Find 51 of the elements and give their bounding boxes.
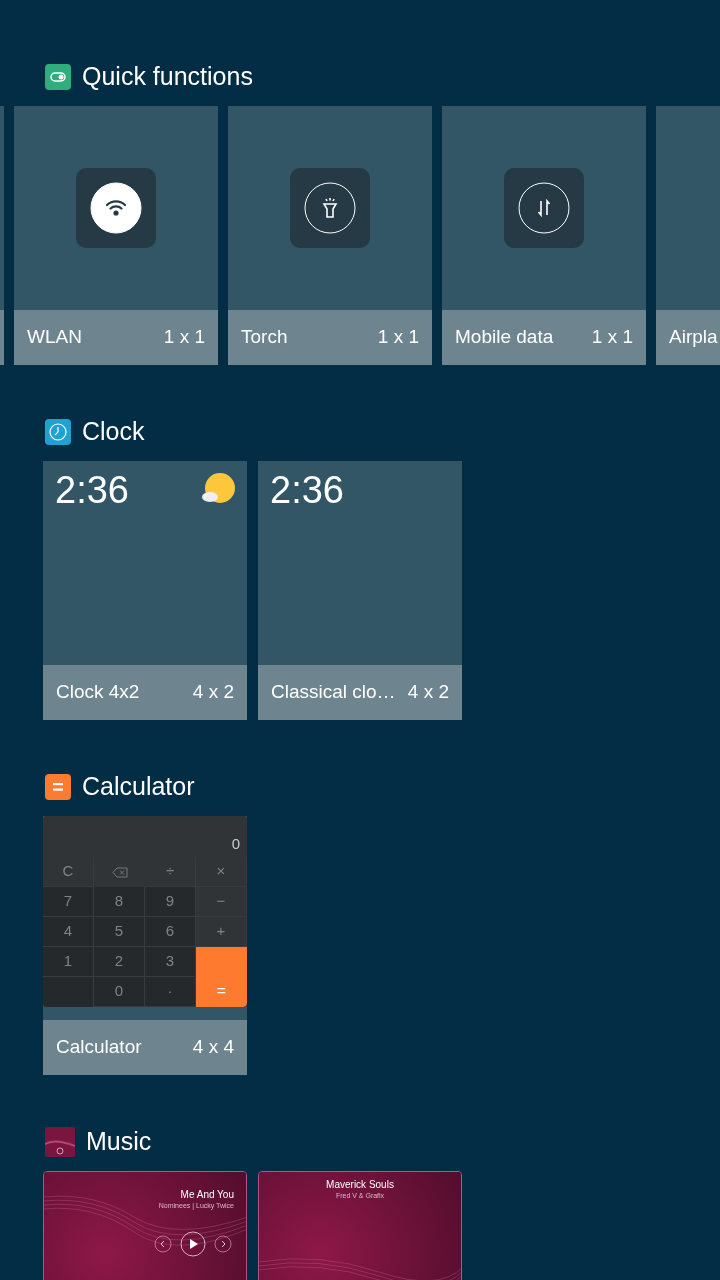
music-widget-icon <box>45 1127 75 1157</box>
widget-size: 4 x 2 <box>192 680 234 705</box>
calculator-key: 6 <box>145 917 196 947</box>
calculator-key: × <box>196 857 247 887</box>
calculator-key: C <box>43 857 94 887</box>
song-title: Maverick Souls <box>326 1178 394 1191</box>
calculator-display: 0 <box>231 833 240 854</box>
widget-size: 4 x 4 <box>192 1035 234 1060</box>
calculator-key: 2 <box>94 947 145 977</box>
calculator-key: 1 <box>43 947 94 977</box>
equals-icon <box>45 774 71 800</box>
equals-key: = <box>196 947 247 1007</box>
next-icon[interactable] <box>214 1235 232 1253</box>
widget-name: Airpla <box>669 325 718 350</box>
clock-time: 2:36 <box>270 469 344 511</box>
data-toggle-icon[interactable] <box>504 168 584 248</box>
calculator-key: 4 <box>43 917 94 947</box>
widget-name: Clock 4x2 <box>56 680 140 705</box>
widget-name: Mobile data <box>455 325 554 350</box>
backspace-icon <box>111 866 128 878</box>
widget-name: Calculator <box>56 1035 142 1060</box>
section-title: Calculator <box>82 771 195 803</box>
widget-size: 1 x 1 <box>377 325 419 350</box>
widget-name: Classical clo… <box>271 680 396 705</box>
toggle-icon <box>45 64 71 90</box>
song-title: Me And You <box>180 1188 234 1201</box>
widget-size: 1 x 1 <box>163 325 205 350</box>
calculator-key: 0 <box>94 977 145 1007</box>
calculator-key: 8 <box>94 887 145 917</box>
calculator-key: − <box>196 887 247 917</box>
calculator-key: 5 <box>94 917 145 947</box>
clock-icon <box>45 419 71 445</box>
calculator-key: · <box>145 977 196 1007</box>
calculator-key: ÷ <box>145 857 196 887</box>
calculator-key: + <box>196 917 247 947</box>
widget-size: 4 x 2 <box>407 680 449 705</box>
calculator-key: 3 <box>145 947 196 977</box>
wifi-toggle-icon[interactable] <box>76 168 156 248</box>
section-title: Quick functions <box>82 61 253 93</box>
calculator-key: 7 <box>43 887 94 917</box>
widget-name: Torch <box>241 325 288 350</box>
play-icon[interactable] <box>180 1231 206 1257</box>
section-title: Music <box>86 1126 152 1158</box>
widget-name: WLAN <box>27 325 82 350</box>
widget-size: 1 x 1 <box>591 325 633 350</box>
calculator-key <box>43 977 94 1007</box>
section-title: Clock <box>82 416 145 448</box>
calculator-key: 9 <box>145 887 196 917</box>
previous-icon[interactable] <box>154 1235 172 1253</box>
clock-time: 2:36 <box>55 469 129 511</box>
torch-toggle-icon[interactable] <box>290 168 370 248</box>
